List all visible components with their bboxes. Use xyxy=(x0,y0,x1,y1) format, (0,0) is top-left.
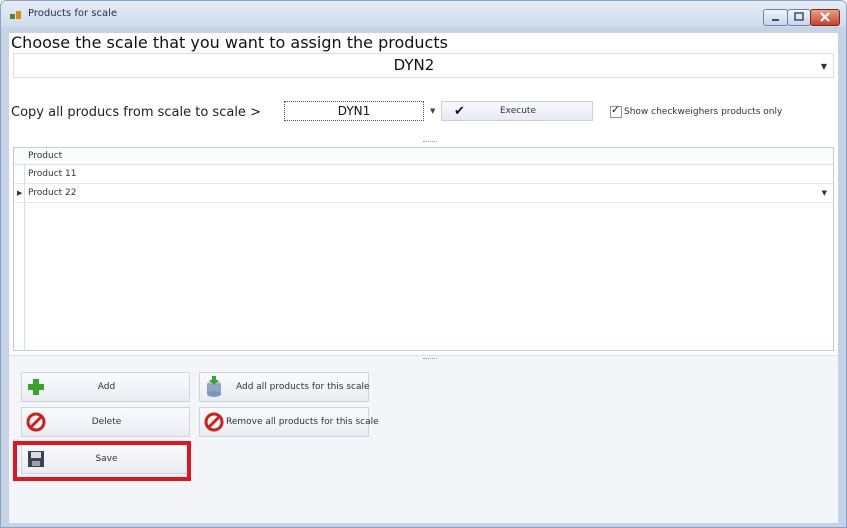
delete-button-label: Delete xyxy=(91,417,122,427)
splitter-handle[interactable] xyxy=(423,141,437,144)
window-title: Products for scale xyxy=(28,8,118,19)
chevron-down-icon[interactable]: ▼ xyxy=(430,107,435,115)
execute-button[interactable]: ✔ Execute xyxy=(441,101,593,121)
table-row[interactable]: ▶ Product 22 ▼ xyxy=(14,184,833,203)
app-icon xyxy=(10,11,21,19)
current-row-icon: ▶ xyxy=(17,189,23,197)
checkweighers-only-label: Show checkweighers products only xyxy=(624,107,783,117)
products-grid: Product Product 11 ▶ Product 22 ▼ xyxy=(13,147,834,351)
product-cell[interactable]: Product 11 xyxy=(28,169,77,179)
table-row[interactable]: Product 11 xyxy=(14,165,833,184)
product-cell[interactable]: Product 22 xyxy=(28,188,77,198)
maximize-icon xyxy=(794,12,804,21)
add-all-products-button[interactable]: Add all products for this scale xyxy=(199,372,370,402)
scale-dropdown-value: DYN2 xyxy=(393,56,435,74)
client-area: Choose the scale that you want to assign… xyxy=(9,33,838,523)
save-highlight-box xyxy=(13,441,191,481)
page-title: Choose the scale that you want to assign… xyxy=(11,33,448,52)
minimize-icon xyxy=(772,19,779,21)
no-entry-icon xyxy=(204,412,224,432)
chevron-down-icon[interactable]: ▼ xyxy=(822,189,827,197)
column-header-product[interactable]: Product xyxy=(28,151,62,161)
checkmark-icon: ✓ xyxy=(611,103,621,116)
close-icon xyxy=(820,12,830,22)
source-scale-value: DYN1 xyxy=(284,101,424,121)
delete-button[interactable]: Delete xyxy=(21,407,190,437)
actions-panel: Add Add all products for this scale Dele… xyxy=(9,355,838,523)
execute-button-label: Execute xyxy=(500,106,536,116)
grid-header: Product xyxy=(14,148,833,165)
splitter-handle[interactable] xyxy=(423,358,437,361)
copy-scale-label: Copy all producs from scale to scale > xyxy=(11,105,261,120)
chevron-down-icon[interactable]: ▼ xyxy=(821,62,827,71)
add-all-products-label: Add all products for this scale xyxy=(236,382,370,392)
source-scale-dropdown[interactable]: DYN1 ▼ xyxy=(284,101,436,121)
add-button[interactable]: Add xyxy=(21,372,190,402)
maximize-button[interactable] xyxy=(787,9,811,26)
title-bar: Products for scale xyxy=(1,1,846,27)
remove-all-products-button[interactable]: Remove all products for this scale xyxy=(199,407,379,437)
products-for-scale-window: Products for scale Choose the scale that… xyxy=(0,0,847,528)
add-button-label: Add xyxy=(97,382,116,392)
database-add-icon xyxy=(207,376,221,397)
minimize-button[interactable] xyxy=(763,9,788,26)
remove-all-products-label: Remove all products for this scale xyxy=(226,417,379,427)
scale-dropdown[interactable]: DYN2 ▼ xyxy=(13,53,834,78)
close-button[interactable] xyxy=(810,9,840,26)
